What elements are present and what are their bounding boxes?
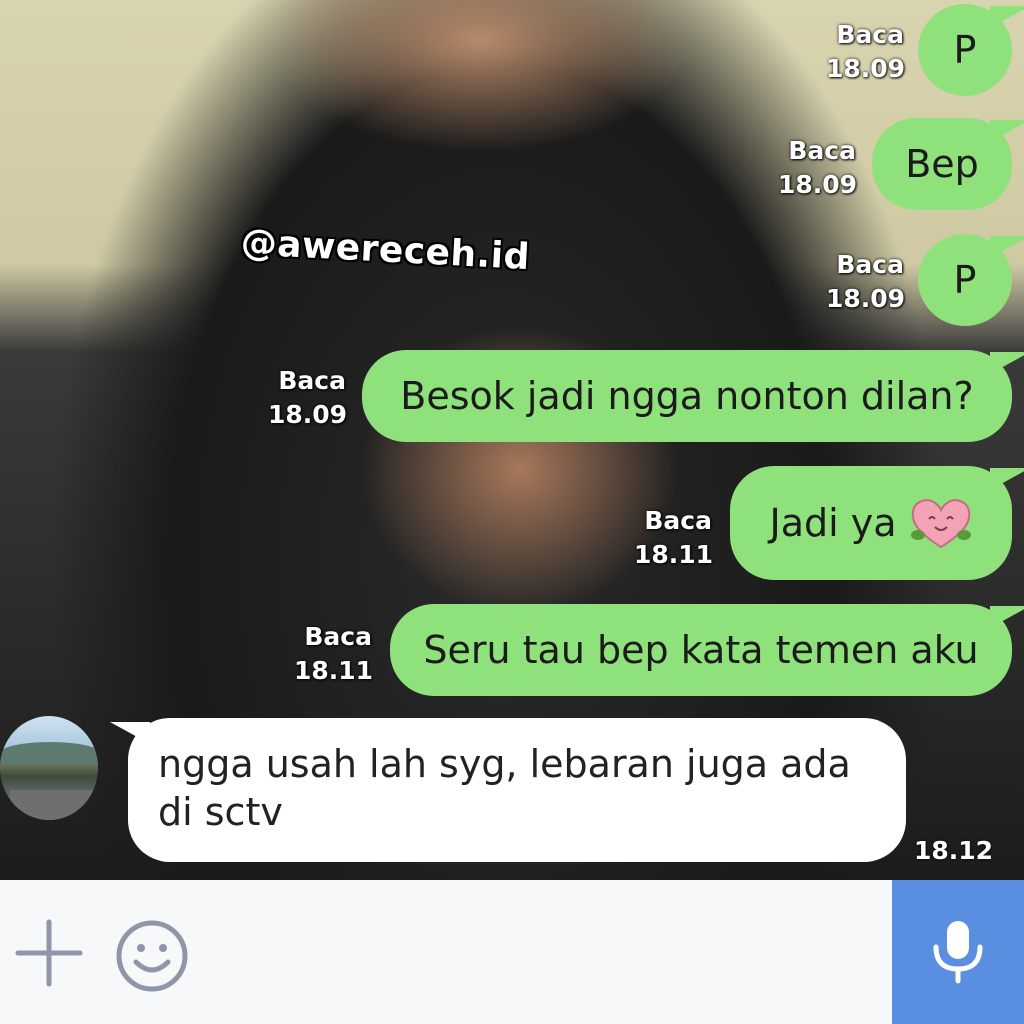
message-text: P (953, 28, 977, 72)
message-text: Bep (905, 142, 979, 186)
sent-message-bubble[interactable]: Jadi ya (730, 466, 1024, 580)
message-meta: Baca 18.09 (268, 364, 348, 432)
chat-area[interactable]: @awereceh.id Baca 18.09 P Baca 18.09 Bep… (0, 0, 1024, 880)
sent-message-bubble[interactable]: Seru tau bep kata temen aku (390, 604, 1024, 696)
heart-emoji-icon (910, 499, 971, 549)
message-meta: Baca 18.11 (634, 504, 714, 572)
read-status: Baca (278, 366, 346, 395)
message-text: ngga usah lah syg, lebaran juga ada di s… (158, 742, 851, 834)
microphone-button[interactable] (892, 880, 1024, 1024)
message-time: 18.09 (268, 400, 348, 429)
plus-icon[interactable] (14, 918, 84, 988)
sent-message-bubble[interactable]: P (918, 234, 1024, 326)
read-status: Baca (644, 506, 712, 535)
read-status: Baca (836, 20, 904, 49)
sent-message-bubble[interactable]: Bep (872, 118, 1024, 210)
message-text: P (953, 258, 977, 302)
avatar-road (10, 790, 98, 820)
read-status: Baca (788, 136, 856, 165)
read-status: Baca (304, 622, 372, 651)
sent-message-bubble[interactable]: P (918, 4, 1024, 96)
message-meta: Baca 18.09 (778, 134, 858, 202)
watermark-text: @awereceh.id (239, 222, 531, 279)
avatar-mountain (0, 742, 98, 764)
smiley-icon[interactable] (114, 918, 190, 994)
message-text: Seru tau bep kata temen aku (423, 628, 979, 672)
message-meta: Baca 18.11 (294, 620, 374, 688)
message-time: 18.11 (634, 540, 714, 569)
read-status: Baca (836, 250, 904, 279)
microphone-icon (933, 921, 983, 984)
message-meta: Baca 18.09 (826, 248, 906, 316)
message-time: 18.09 (826, 54, 906, 83)
message-time: 18.09 (778, 170, 858, 199)
contact-avatar[interactable] (0, 716, 98, 820)
message-meta: Baca 18.09 (826, 18, 906, 86)
message-text: Besok jadi ngga nonton dilan? (400, 374, 974, 418)
received-message-bubble[interactable]: ngga usah lah syg, lebaran juga ada di s… (110, 718, 906, 862)
sent-message-bubble[interactable]: Besok jadi ngga nonton dilan? (362, 350, 1024, 442)
message-time: 18.09 (826, 284, 906, 313)
message-time: 18.11 (294, 656, 374, 685)
message-time: 18.12 (914, 836, 994, 865)
message-text: Jadi ya (769, 501, 897, 545)
